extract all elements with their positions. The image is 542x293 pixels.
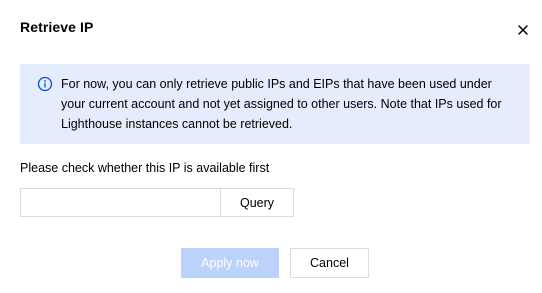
info-notice: For now, you can only retrieve public IP…	[20, 64, 530, 144]
close-icon[interactable]	[514, 21, 532, 39]
retrieve-ip-dialog: Retrieve IP For now, you can only retrie…	[0, 0, 542, 293]
cancel-button[interactable]: Cancel	[290, 248, 369, 278]
dialog-title: Retrieve IP	[20, 19, 94, 35]
apply-now-button[interactable]: Apply now	[181, 248, 279, 278]
ip-input[interactable]	[20, 188, 220, 217]
query-button[interactable]: Query	[220, 188, 294, 217]
notice-text: For now, you can only retrieve public IP…	[61, 77, 502, 131]
check-availability-label: Please check whether this IP is availabl…	[20, 161, 270, 175]
info-circle-icon	[37, 76, 53, 92]
